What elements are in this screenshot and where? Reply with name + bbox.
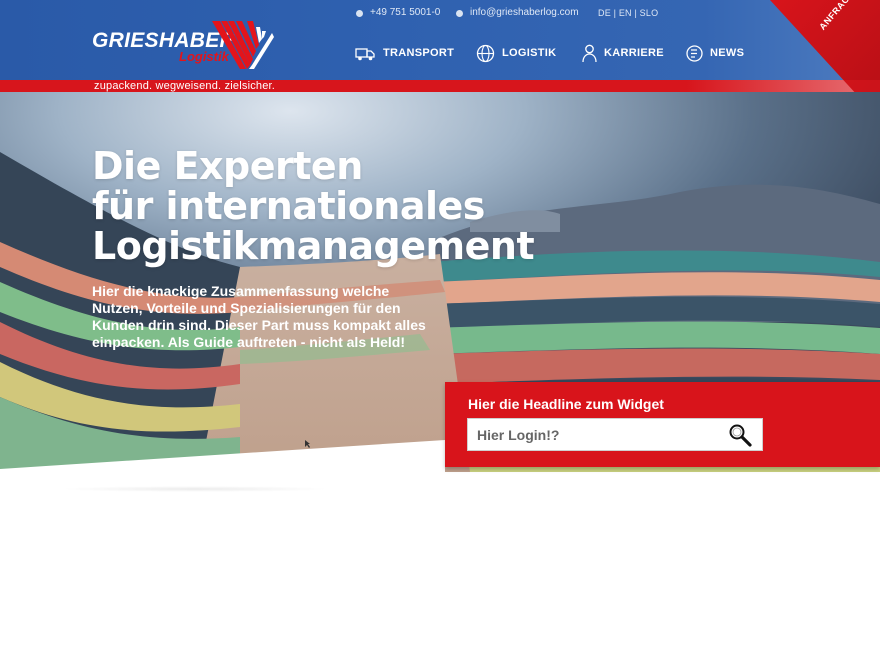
hero-headline: Die Experten für internationales Logisti…: [92, 144, 535, 268]
login-widget: Hier die Headline zum Widget: [445, 382, 880, 467]
nav-item-transport[interactable]: TRANSPORT: [355, 44, 454, 63]
search-icon[interactable]: [727, 422, 755, 448]
phone-icon: [356, 9, 363, 17]
nav-item-logistik[interactable]: LOGISTIK: [476, 44, 556, 63]
login-input[interactable]: [467, 418, 763, 451]
nav-item-karriere[interactable]: KARRIERE: [582, 44, 664, 63]
language-switcher[interactable]: DE | EN | SLO: [598, 9, 658, 18]
widget-title: Hier die Headline zum Widget: [468, 396, 664, 412]
hero-headline-line: Logistikmanagement: [92, 224, 535, 268]
site-header: GRIESHABER Logistik +49 751 5001-0 info@…: [0, 0, 880, 80]
nav-label-karriere: KARRIERE: [604, 47, 664, 59]
hero-headline-line: Die Experten: [92, 144, 363, 188]
truck-icon: [355, 48, 375, 61]
company-logo[interactable]: GRIESHABER Logistik: [92, 19, 278, 73]
nav-item-news[interactable]: NEWS: [686, 44, 744, 63]
divider-shadow: [60, 486, 330, 492]
globe-icon: [476, 44, 495, 63]
mail-icon: [456, 9, 463, 17]
nav-label-transport: TRANSPORT: [383, 47, 455, 59]
hero-headline-line: für internationales: [92, 184, 485, 228]
logo-stripes-icon: [212, 21, 274, 69]
person-icon: [582, 44, 597, 63]
nav-label-news: NEWS: [710, 47, 745, 59]
contact-email-text: info@grieshaberlog.com: [470, 7, 579, 18]
nav-label-logistik: LOGISTIK: [502, 47, 557, 59]
mouse-cursor-icon: [305, 440, 310, 448]
hero-lead-text: Hier die knackige Zusammenfassung welche…: [92, 283, 426, 350]
contact-phone[interactable]: +49 751 5001-0: [356, 8, 440, 18]
contact-phone-text: +49 751 5001-0: [370, 7, 441, 18]
contact-email[interactable]: info@grieshaberlog.com: [456, 8, 579, 18]
tagline: zupackend. wegweisend. zielsicher.: [94, 80, 276, 92]
news-icon: [686, 45, 703, 62]
